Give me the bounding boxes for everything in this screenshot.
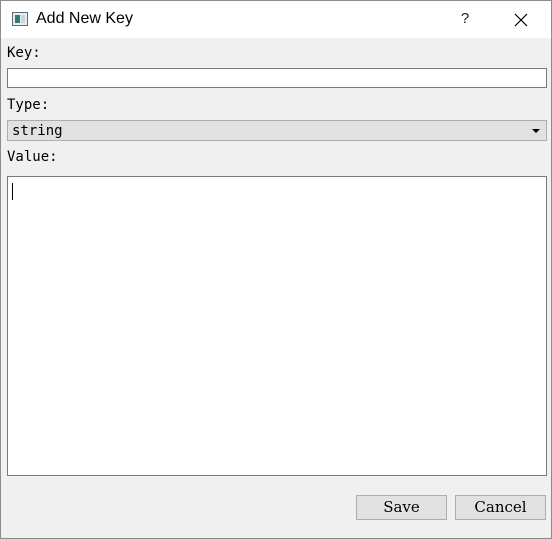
app-window-icon	[12, 12, 28, 26]
cancel-button[interactable]: Cancel	[455, 495, 546, 520]
value-label: Value:	[7, 149, 58, 165]
help-icon: ?	[460, 10, 470, 27]
close-button[interactable]	[507, 7, 535, 33]
save-button[interactable]: Save	[356, 495, 447, 520]
dialog-title: Add New Key	[36, 10, 133, 27]
key-input[interactable]	[7, 68, 547, 88]
type-label: Type:	[7, 97, 50, 113]
chevron-down-icon	[532, 129, 540, 133]
text-caret	[12, 183, 13, 200]
type-dropdown[interactable]: string	[7, 120, 547, 141]
type-selected-value: string	[12, 123, 63, 139]
key-label: Key:	[7, 45, 41, 61]
value-textarea[interactable]	[7, 176, 547, 476]
close-icon	[514, 13, 528, 27]
help-button[interactable]: ?	[453, 7, 477, 31]
title-bar: Add New Key ?	[1, 1, 551, 38]
add-new-key-dialog: Add New Key ? Key: Type: string Value: S…	[0, 0, 552, 539]
